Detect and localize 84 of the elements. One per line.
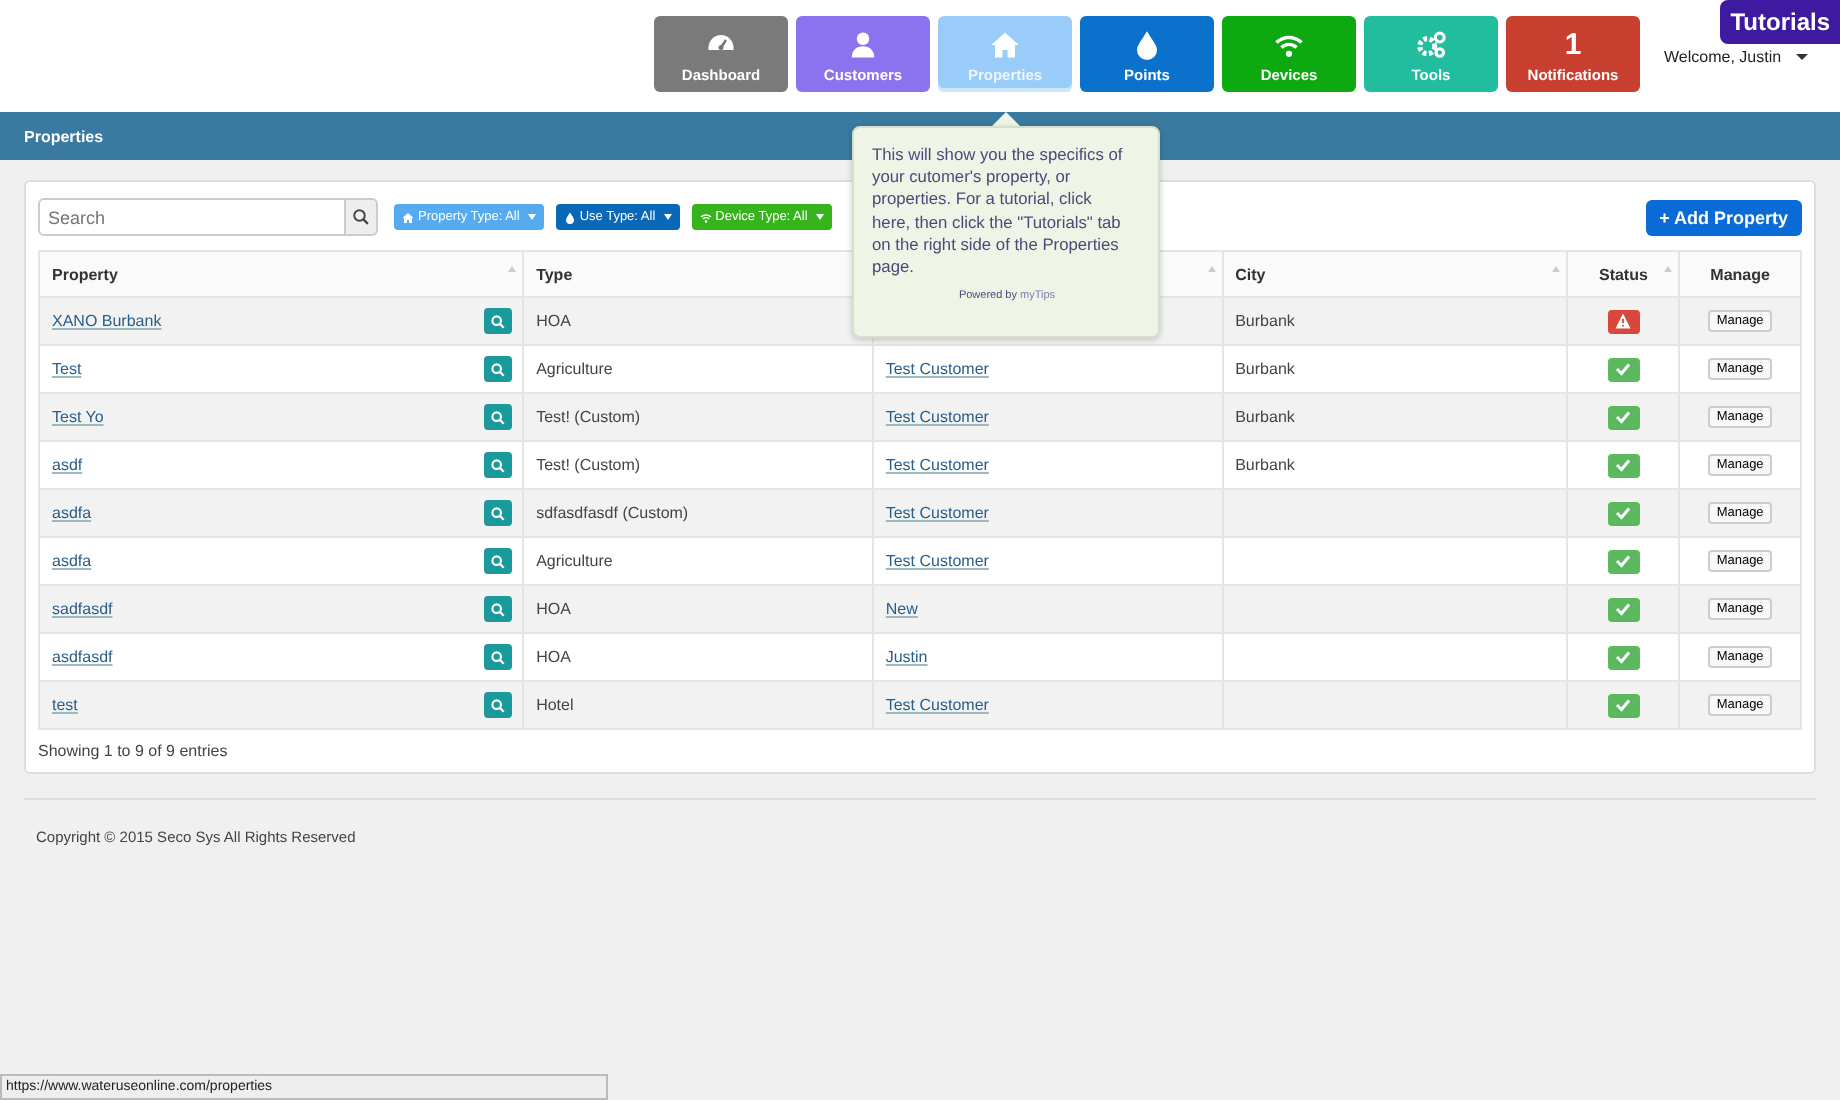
table-cell: HOA — [536, 600, 571, 618]
customer-link[interactable]: Test Customer — [885, 696, 989, 714]
table-cell: Burbank — [1235, 456, 1295, 474]
search-icon — [490, 601, 507, 617]
caret-icon — [663, 214, 672, 220]
property-link[interactable]: sadfasdf — [52, 600, 113, 618]
view-button[interactable] — [484, 356, 513, 382]
alert-badge — [1607, 309, 1640, 333]
search-icon — [490, 553, 507, 569]
customer-link[interactable]: Test Customer — [885, 408, 989, 426]
check-badge — [1607, 405, 1640, 429]
check-badge — [1607, 453, 1640, 477]
wifi-icon — [1274, 30, 1304, 60]
search-icon — [490, 505, 507, 521]
table-cell: HOA — [536, 648, 571, 666]
property-link[interactable]: test — [52, 696, 78, 714]
customer-link[interactable]: Test Customer — [885, 504, 989, 522]
customer-link[interactable]: Test Customer — [885, 360, 989, 378]
check-badge — [1607, 549, 1640, 573]
property-link[interactable]: asdfa — [52, 504, 92, 522]
property-link[interactable]: Test Yo — [52, 408, 104, 426]
property-link[interactable]: asdfa — [52, 552, 92, 570]
user-menu[interactable]: Welcome, Justin — [1664, 48, 1782, 66]
view-button[interactable] — [484, 404, 513, 430]
search-icon — [352, 208, 370, 226]
check-badge — [1607, 501, 1640, 525]
table-cell: Agriculture — [536, 360, 613, 378]
column-header: Property — [52, 265, 118, 283]
property-link[interactable]: asdfasdf — [52, 648, 113, 666]
customer-link[interactable]: Test Customer — [885, 456, 989, 474]
check-badge — [1607, 693, 1640, 717]
caret-icon — [527, 214, 536, 220]
add-property-button[interactable]: + Add Property — [1645, 199, 1802, 235]
view-button[interactable] — [484, 644, 513, 670]
search-icon — [490, 409, 507, 425]
check-badge — [1607, 645, 1640, 669]
search-icon — [490, 361, 507, 377]
customer-link[interactable]: Justin — [885, 648, 928, 666]
table-cell: Hotel — [536, 696, 574, 714]
customer-link[interactable]: New — [885, 600, 918, 618]
user-icon — [848, 30, 878, 60]
table-cell: Test! (Custom) — [536, 456, 641, 474]
caret-icon — [815, 214, 824, 220]
notification-count: 1 — [1564, 30, 1582, 60]
table-cell: Test! (Custom) — [536, 408, 641, 426]
property-link[interactable]: Test — [52, 360, 82, 378]
view-button[interactable] — [484, 596, 513, 622]
customer-link[interactable]: Test Customer — [885, 552, 989, 570]
table-cell: Burbank — [1235, 408, 1295, 426]
house-icon — [990, 30, 1020, 60]
search-icon — [490, 313, 507, 329]
table-cell: HOA — [536, 312, 571, 330]
property-link[interactable]: asdf — [52, 456, 83, 474]
table-cell: Burbank — [1235, 312, 1295, 330]
tutorials-tab[interactable]: Tutorials — [1720, 0, 1840, 44]
column-header: City — [1235, 265, 1266, 283]
table-cell: Burbank — [1235, 360, 1295, 378]
column-header: Status — [1598, 265, 1648, 283]
property-link[interactable]: XANO Burbank — [52, 312, 162, 330]
view-button[interactable] — [484, 500, 513, 526]
view-button[interactable] — [484, 452, 513, 478]
search-button[interactable] — [346, 198, 378, 236]
search-icon — [490, 457, 507, 473]
view-button[interactable] — [484, 308, 513, 334]
column-header: Type — [536, 265, 573, 283]
view-button[interactable] — [484, 548, 513, 574]
entries-info: Showing 1 to 9 of 9 entries — [38, 740, 230, 764]
gears-icon — [1416, 30, 1446, 60]
house-icon — [402, 211, 414, 223]
search-icon — [490, 649, 507, 665]
view-button[interactable] — [484, 692, 513, 718]
caret-icon — [1796, 54, 1808, 60]
drop-icon — [563, 211, 576, 223]
search-icon — [490, 697, 507, 713]
check-badge — [1607, 597, 1640, 621]
page-title: Properties — [24, 127, 104, 145]
table-cell: Agriculture — [536, 552, 613, 570]
search-field[interactable]: Search — [38, 198, 346, 236]
drop-icon — [1132, 30, 1162, 60]
table-cell: sdfasdfasdf (Custom) — [536, 504, 689, 522]
column-header: Manage — [1710, 265, 1770, 283]
check-badge — [1607, 357, 1640, 381]
wifi-icon — [699, 211, 712, 223]
tooltip-text: This will show you the specifics of your cutomer's property, or properties. For a tutorial, click here, then click the "Tutorials" tab on the right side of the Properties page. — [872, 144, 1125, 279]
